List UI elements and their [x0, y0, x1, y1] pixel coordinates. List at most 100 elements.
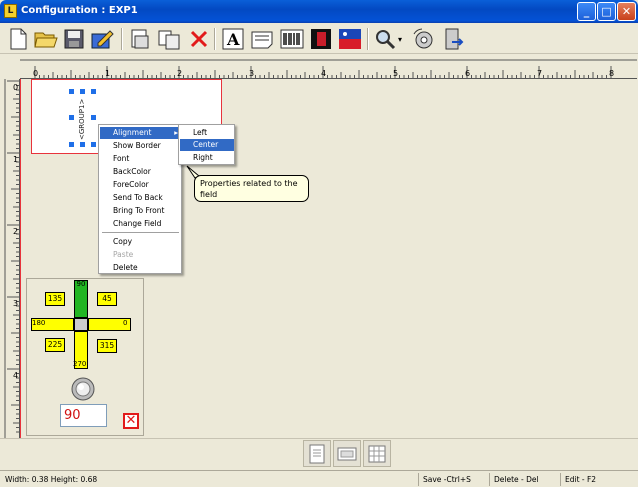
status-delete-hint: Delete - Del	[489, 473, 559, 486]
toolbar-separator	[367, 28, 369, 50]
close-button[interactable]: ✕	[617, 2, 636, 21]
status-size: Width: 0.38 Height: 0.68	[5, 475, 98, 484]
submenu-item-left[interactable]: Left	[180, 127, 234, 139]
resize-handle[interactable]	[91, 89, 96, 94]
ruler-label: 8	[609, 69, 614, 78]
open-button[interactable]	[34, 27, 58, 51]
text-a-icon: A	[222, 28, 244, 50]
ruler-label: 3	[249, 69, 254, 78]
menu-item-copy[interactable]: Copy	[100, 236, 181, 248]
rotate-disc-icon	[413, 28, 433, 49]
ruler-label: 6	[465, 69, 470, 78]
svg-text:A: A	[226, 30, 240, 49]
add-picture-button[interactable]	[338, 27, 362, 51]
resize-handle[interactable]	[91, 142, 96, 147]
exit-door-icon	[445, 28, 464, 50]
magnifier-icon	[376, 30, 396, 50]
resize-handle[interactable]	[91, 115, 96, 120]
vertical-ruler: 0 1 2 3 4	[0, 79, 20, 438]
add-barcode-button[interactable]	[280, 27, 304, 51]
menu-item-forecolor[interactable]: ForeColor	[100, 179, 181, 191]
label-icon	[251, 31, 273, 49]
rotation-knob-icon[interactable]	[70, 376, 96, 402]
edit-button[interactable]	[90, 27, 114, 51]
document-properties-icon	[131, 29, 149, 49]
ruler-label: 3	[13, 299, 18, 308]
grid-view-button[interactable]	[363, 440, 391, 467]
menu-item-change-field[interactable]: Change Field	[100, 218, 181, 230]
label-180: 180	[32, 319, 46, 327]
rotate-315-button[interactable]: 315	[97, 339, 117, 353]
ruler-label: 5	[393, 69, 398, 78]
resize-handle[interactable]	[69, 142, 74, 147]
menu-item-delete[interactable]: Delete	[100, 262, 181, 273]
toolbar-separator	[121, 28, 123, 50]
resize-handle[interactable]	[69, 115, 74, 120]
delete-button[interactable]	[187, 27, 211, 51]
menu-separator	[102, 232, 179, 234]
ruler-label: 2	[177, 69, 182, 78]
rotation-close-icon[interactable]: ✕	[123, 413, 139, 429]
menu-item-bring-to-front[interactable]: Bring To Front	[100, 205, 181, 217]
alignment-submenu: Left Center Right	[178, 124, 235, 165]
angle-input[interactable]: 90	[60, 404, 107, 427]
menu-item-backcolor[interactable]: BackColor	[100, 166, 181, 178]
zoom-button[interactable]	[373, 27, 397, 51]
app-icon[interactable]: L	[4, 4, 17, 18]
resize-handle[interactable]	[80, 89, 85, 94]
menu-item-paste: Paste	[113, 250, 134, 259]
new-document-button[interactable]	[6, 27, 30, 51]
toolbar-separator	[214, 28, 216, 50]
field-label: <GROUP1>	[78, 98, 86, 140]
ruler-label: 1	[13, 155, 18, 164]
resize-handle[interactable]	[80, 142, 85, 147]
barcode-icon	[280, 29, 304, 49]
window-title: Configuration : EXP1	[21, 5, 138, 16]
menu-item-show-border[interactable]: Show Border	[100, 140, 181, 152]
ruler-label: 4	[13, 371, 18, 380]
ruler-label: 1	[105, 69, 110, 78]
pencil-edit-icon	[91, 30, 114, 49]
add-text-button[interactable]: A	[221, 27, 245, 51]
menu-item-font[interactable]: Font	[100, 153, 181, 165]
ruler-label: 7	[537, 69, 542, 78]
submenu-item-right[interactable]: Right	[180, 152, 234, 164]
page-view-button[interactable]	[303, 440, 331, 467]
picture-icon	[339, 29, 361, 49]
label-0: 0	[123, 319, 128, 327]
menu-item-send-to-back[interactable]: Send To Back	[100, 192, 181, 204]
rotate-225-button[interactable]: 225	[45, 338, 65, 352]
label-view-icon	[337, 447, 357, 460]
add-label-button[interactable]	[250, 27, 274, 51]
minimize-button[interactable]: _	[577, 2, 596, 21]
horizontal-ruler: 0 1 2 3 4 5 6 7 8	[20, 54, 637, 79]
add-image-button[interactable]	[309, 27, 333, 51]
zoom-dropdown-arrow-icon[interactable]: ▾	[398, 35, 402, 44]
ruler-label: 0	[33, 69, 38, 78]
ruler-label: 2	[13, 227, 18, 236]
label-view-button[interactable]	[333, 440, 361, 467]
resize-handle[interactable]	[69, 89, 74, 94]
exit-button[interactable]	[441, 27, 465, 51]
copy-pages-icon	[158, 30, 180, 50]
maximize-button[interactable]: □	[597, 2, 616, 21]
save-button[interactable]	[62, 27, 86, 51]
rotate-button[interactable]	[411, 27, 435, 51]
red-x-icon	[190, 30, 208, 48]
grid-view-icon	[368, 445, 386, 462]
ruler-label: 4	[321, 69, 326, 78]
rotate-135-button[interactable]: 135	[45, 292, 65, 306]
menu-item-alignment[interactable]: Alignment ▸	[100, 127, 181, 139]
image-icon	[311, 29, 331, 49]
label-90: 90	[76, 280, 86, 288]
context-menu: Alignment ▸ Show Border Font BackColor Fo…	[98, 124, 182, 274]
left-margin-line	[20, 79, 21, 438]
label-270: 270	[73, 360, 87, 368]
copy-button[interactable]	[157, 27, 181, 51]
tooltip: Properties related to the field	[194, 175, 309, 202]
submenu-item-center[interactable]: Center	[180, 139, 234, 151]
ruler-label: 0	[13, 83, 18, 92]
folder-open-icon	[34, 32, 58, 48]
rotate-45-button[interactable]: 45	[97, 292, 117, 306]
properties-button[interactable]	[128, 27, 152, 51]
